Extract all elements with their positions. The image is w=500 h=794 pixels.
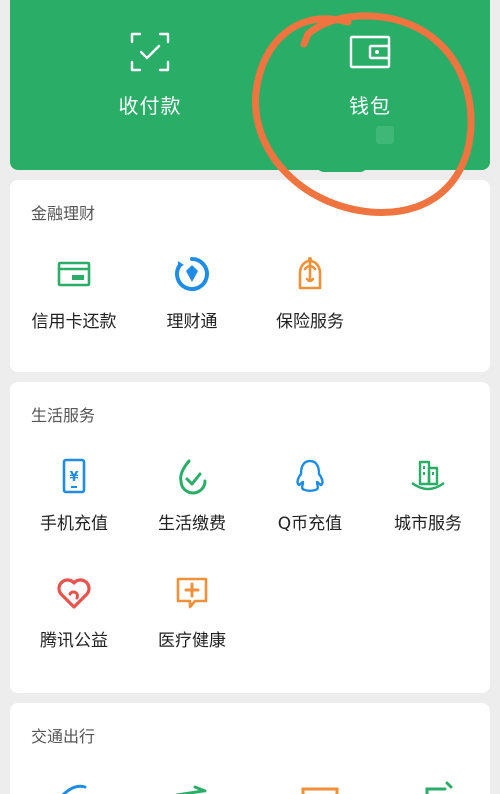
receive-pay-button[interactable]: 收付款	[50, 30, 250, 130]
header-notch	[316, 164, 368, 172]
finance-title: 金融理财	[31, 204, 96, 223]
city-icon	[411, 460, 445, 491]
wallet-icon	[349, 35, 391, 69]
transport-title: 交通出行	[31, 727, 96, 746]
tencent-charity-tile[interactable]: 腾讯公益	[15, 574, 133, 654]
transport-bus-icon[interactable]	[301, 787, 339, 794]
wallet-label: 钱包	[349, 94, 391, 118]
wealth-tile[interactable]: 理财通	[133, 255, 251, 335]
wallet-button[interactable]: 钱包	[270, 30, 470, 130]
city-services-label: 城市服务	[394, 514, 462, 534]
wealth-icon	[175, 257, 209, 291]
svg-text:¥: ¥	[69, 470, 78, 485]
insurance-umbrella-icon	[298, 257, 322, 290]
life-services-title: 生活服务	[31, 406, 96, 425]
bill-pay-icon	[179, 459, 207, 495]
transport-flight-icon[interactable]	[175, 785, 207, 794]
bill-pay-tile[interactable]: 生活缴费	[133, 457, 251, 537]
life-services-section: 生活服务 ¥ 手机充值 生活缴费 Q币充值 城市服务 腾讯公益 医疗健康	[10, 382, 490, 693]
phone-recharge-label: 手机充值	[40, 514, 108, 534]
transport-train-icon[interactable]	[59, 784, 87, 794]
credit-card-repay-tile[interactable]: 信用卡还款	[15, 255, 133, 335]
credit-card-icon	[57, 261, 91, 287]
credit-card-repay-label: 信用卡还款	[31, 312, 117, 332]
finance-section: 金融理财 信用卡还款 理财通 保险服务	[10, 180, 490, 372]
transport-section: 交通出行	[10, 703, 490, 794]
wechat-pay-page: 收付款 钱包 金融理财 信用卡还款 理财通 保险服务 生活服务 ¥ 手机充值 生…	[0, 0, 500, 794]
transport-icons-row	[59, 781, 453, 794]
wealth-label: 理财通	[166, 312, 218, 332]
receive-pay-label: 收付款	[118, 94, 182, 118]
medical-health-tile[interactable]: 医疗健康	[133, 574, 251, 654]
insurance-label: 保险服务	[276, 312, 344, 332]
tencent-charity-label: 腾讯公益	[40, 631, 108, 651]
medical-icon	[176, 577, 208, 609]
transport-taxi-icon[interactable]	[425, 781, 453, 794]
scan-check-icon	[130, 32, 170, 72]
phone-recharge-tile[interactable]: ¥ 手机充值	[15, 457, 133, 537]
qq-penguin-icon	[296, 459, 324, 492]
bill-pay-label: 生活缴费	[158, 514, 226, 534]
wallet-badge	[376, 126, 394, 144]
medical-health-label: 医疗健康	[158, 631, 226, 651]
city-services-tile[interactable]: 城市服务	[369, 457, 487, 537]
qcoin-recharge-label: Q币充值	[277, 514, 343, 534]
phone-icon: ¥	[62, 458, 86, 494]
payment-header: 收付款 钱包	[10, 0, 490, 170]
insurance-tile[interactable]: 保险服务	[251, 255, 369, 335]
qcoin-recharge-tile[interactable]: Q币充值	[251, 457, 369, 537]
charity-heart-icon	[57, 578, 91, 609]
